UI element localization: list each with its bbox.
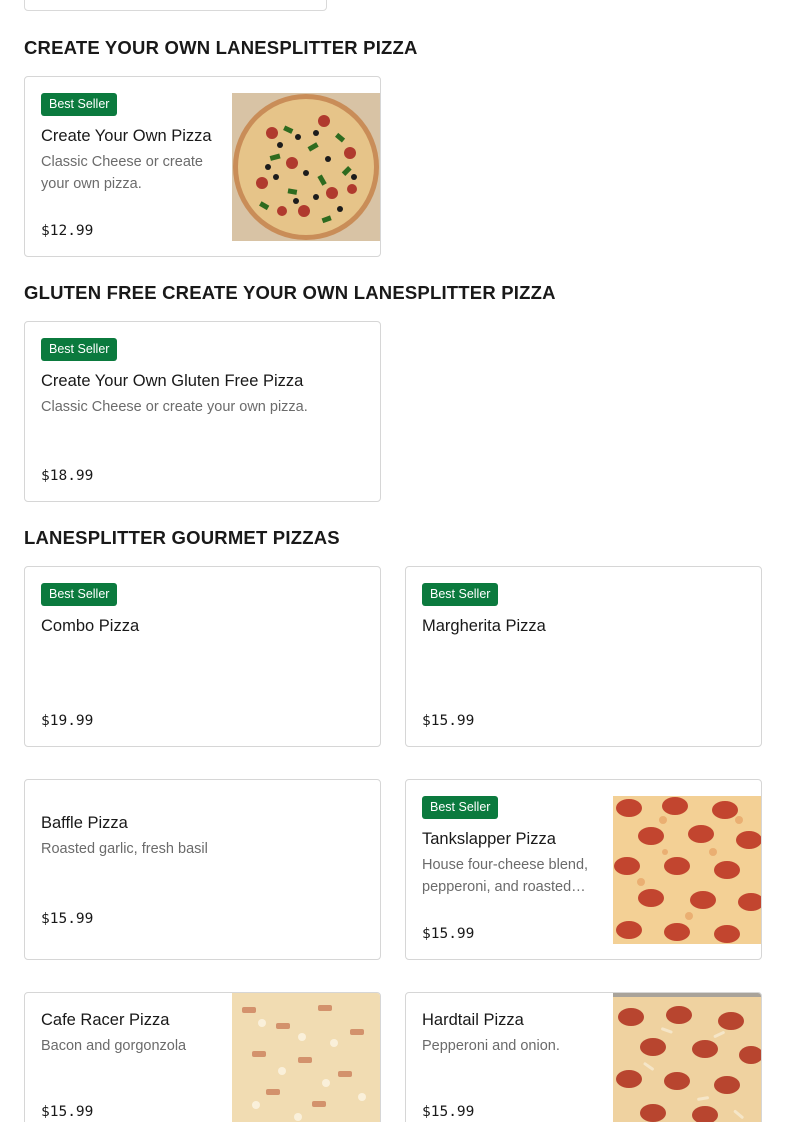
item-description: House four-cheese blend, pepperoni, and … [422,857,589,895]
item-name: Tankslapper Pizza [422,830,556,848]
item-name: Margherita Pizza [422,617,546,635]
best-seller-badge: Best Seller [41,338,118,361]
menu-item-baffle-pizza[interactable]: Baffle Pizza Roasted garlic, fresh basil… [24,779,381,960]
item-name: Baffle Pizza [41,814,128,832]
best-seller-badge: Best Seller [422,796,499,819]
item-price: $19.99 [41,713,94,729]
item-description: Classic Cheese or create your own pizza. [41,154,203,192]
section-title-gluten-free: GLUTEN FREE CREATE YOUR OWN LANESPLITTER… [24,282,556,303]
item-price: $15.99 [41,1104,94,1120]
item-description: Pepperoni and onion. [422,1038,560,1054]
best-seller-badge: Best Seller [41,583,118,606]
menu-page: CREATE YOUR OWN LANESPLITTER PIZZA Best … [0,0,785,1122]
menu-item-gluten-free-pizza[interactable]: Best Seller Create Your Own Gluten Free … [24,321,381,502]
pepperoni-pizza-image [613,796,761,944]
section-title-create-your-own: CREATE YOUR OWN LANESPLITTER PIZZA [24,37,418,58]
menu-item-margherita-pizza[interactable]: Best Seller Margherita Pizza $15.99 [405,566,762,747]
item-price: $18.99 [41,468,94,484]
menu-item-hardtail-pizza[interactable]: Hardtail Pizza Pepperoni and onion. $15.… [405,992,762,1122]
section-title-gourmet-pizzas: LANESPLITTER GOURMET PIZZAS [24,527,340,548]
item-price: $15.99 [422,926,475,942]
item-description: Classic Cheese or create your own pizza. [41,399,308,415]
item-name: Hardtail Pizza [422,1011,524,1029]
item-description: Bacon and gorgonzola [41,1038,187,1054]
item-name: Create Your Own Pizza [41,127,212,145]
item-price: $15.99 [422,713,475,729]
item-description: Roasted garlic, fresh basil [41,841,208,857]
best-seller-badge: Best Seller [41,93,118,116]
best-seller-badge: Best Seller [422,583,499,606]
bacon-pizza-image [232,993,380,1122]
item-name: Combo Pizza [41,617,140,635]
pepperoni-onion-pizza-image [613,993,761,1122]
menu-item-tankslapper-pizza[interactable]: Best Seller Tankslapper Pizza House four… [405,779,762,960]
item-price: $15.99 [41,911,94,927]
item-price: $15.99 [422,1104,475,1120]
item-name: Cafe Racer Pizza [41,1011,170,1029]
menu-item-combo-pizza[interactable]: Best Seller Combo Pizza $19.99 [24,566,381,747]
veggie-pizza-image [232,93,380,241]
item-name: Create Your Own Gluten Free Pizza [41,372,304,390]
item-price: $12.99 [41,223,94,239]
previous-item-card[interactable] [24,0,327,11]
menu-item-cafe-racer-pizza[interactable]: Cafe Racer Pizza Bacon and gorgonzola $1… [24,992,381,1122]
menu-item-create-your-own-pizza[interactable]: Best Seller Create Your Own Pizza Classi… [24,76,381,257]
